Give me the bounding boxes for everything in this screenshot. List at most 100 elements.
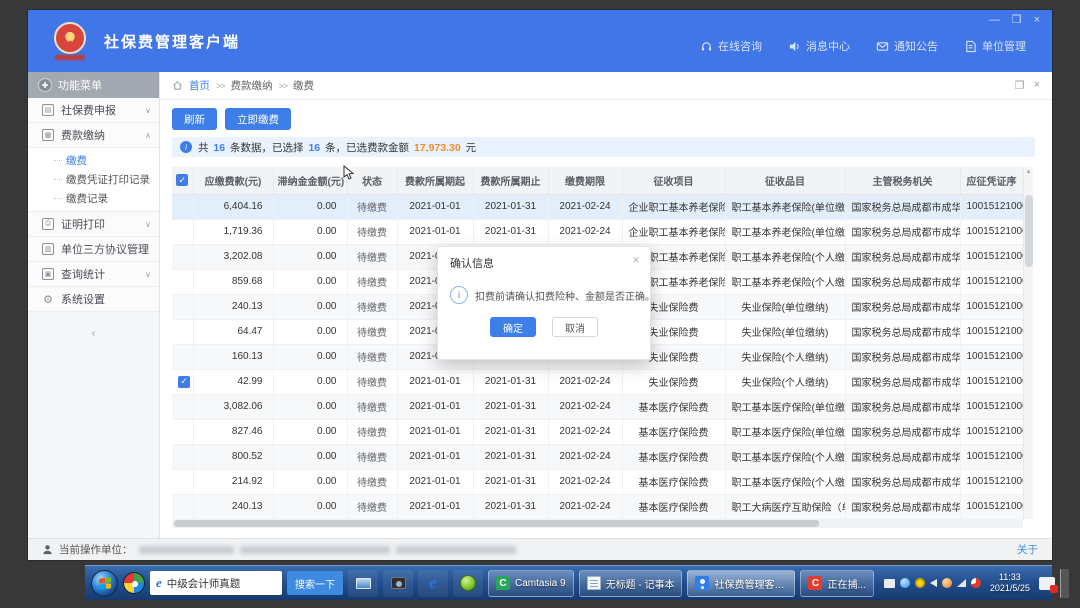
- row-checkbox[interactable]: ✓: [178, 376, 190, 388]
- row-checkbox-cell[interactable]: [172, 269, 193, 294]
- row-checkbox-cell[interactable]: [172, 294, 193, 319]
- show-desktop-button[interactable]: [1060, 569, 1069, 598]
- panel-close-icon[interactable]: ×: [1034, 79, 1040, 92]
- sidebar-collapse-button[interactable]: ‹: [28, 326, 159, 340]
- table-row[interactable]: 6,404.160.00待缴费2021-01-012021-01-312021-…: [172, 194, 1023, 219]
- scroll-up-icon[interactable]: ▲: [1024, 167, 1033, 177]
- dialog-close-icon[interactable]: ×: [632, 254, 640, 266]
- security-tray-icon[interactable]: [971, 578, 981, 588]
- chevron-down-icon: ∨: [145, 106, 151, 115]
- ie-icon: e: [429, 573, 437, 593]
- table-row[interactable]: ✓42.990.00待缴费2021-01-012021-01-312021-02…: [172, 369, 1023, 394]
- sidebar-item-query-statistics[interactable]: ▣ 查询统计 ∨: [28, 262, 159, 287]
- info-icon: i: [180, 141, 192, 153]
- table-row[interactable]: 1,719.360.00待缴费2021-01-012021-01-312021-…: [172, 219, 1023, 244]
- about-link[interactable]: 关于: [1017, 542, 1038, 557]
- desktop-app-icon[interactable]: [348, 570, 378, 597]
- screenshot-app-icon[interactable]: [383, 570, 413, 597]
- sidebar-subitem-pay-record[interactable]: 缴费记录: [28, 189, 159, 208]
- horizontal-scrollbar[interactable]: [172, 519, 1023, 528]
- cell-tax_office: 国家税务总局成都市成华区...: [845, 444, 960, 469]
- notice-button[interactable]: 通知公告: [876, 38, 938, 54]
- table-row[interactable]: 3,082.060.00待缴费2021-01-012021-01-312021-…: [172, 394, 1023, 419]
- refresh-button[interactable]: 刷新: [172, 108, 217, 130]
- gear-icon: ⚙: [42, 293, 54, 305]
- cell-item: 失业保险(个人缴纳): [725, 344, 845, 369]
- dialog-confirm-button[interactable]: 确定: [490, 317, 536, 337]
- dialog-cancel-button[interactable]: 取消: [552, 317, 598, 337]
- row-checkbox-cell[interactable]: [172, 344, 193, 369]
- sidebar-subitem-voucher-print-record[interactable]: 缴费凭证打印记录: [28, 170, 159, 189]
- row-checkbox-cell[interactable]: [172, 469, 193, 494]
- panel-restore-icon[interactable]: ❐: [1015, 79, 1025, 92]
- unit-manage-button[interactable]: 单位管理: [964, 38, 1026, 54]
- system-tray: [884, 578, 981, 588]
- sidebar-item-payment[interactable]: ▦ 费款缴纳 ∧: [28, 123, 159, 148]
- cell-tax_office: 国家税务总局成都市成华区...: [845, 394, 960, 419]
- table-row[interactable]: 214.920.00待缴费2021-01-012021-01-312021-02…: [172, 469, 1023, 494]
- emblem-caption: [55, 55, 85, 60]
- row-checkbox-cell[interactable]: [172, 244, 193, 269]
- titlebar: ★ 社保费管理客户端 在线咨询 消息中心 通知公告: [28, 10, 1052, 72]
- start-button[interactable]: [91, 570, 118, 597]
- vertical-scrollbar[interactable]: ▲: [1023, 167, 1033, 519]
- table-row[interactable]: 800.520.00待缴费2021-01-012021-01-312021-02…: [172, 444, 1023, 469]
- column-header: 征收项目: [622, 167, 725, 194]
- breadcrumb-home[interactable]: 首页: [189, 78, 210, 93]
- row-checkbox-cell[interactable]: [172, 194, 193, 219]
- row-checkbox-cell[interactable]: [172, 394, 193, 419]
- green-browser-icon[interactable]: [453, 570, 483, 597]
- close-button[interactable]: ×: [1034, 14, 1040, 26]
- row-checkbox-cell[interactable]: [172, 494, 193, 519]
- cell-item: 职工基本养老保险(个人缴纳): [725, 244, 845, 269]
- taskbar-window-camtasia[interactable]: C Camtasia 9: [488, 570, 574, 597]
- online-consult-button[interactable]: 在线咨询: [700, 38, 762, 54]
- horizontal-scrollbar-thumb[interactable]: [174, 520, 819, 527]
- ie-browser-icon[interactable]: e: [418, 570, 448, 597]
- ime-tray-icon[interactable]: [884, 579, 895, 588]
- taskbar-window-notepad[interactable]: 无标题 - 记事本: [579, 570, 683, 597]
- taskbar-window-recorder[interactable]: C 正在捕...: [800, 570, 873, 597]
- cell-period_end: 2021-01-31: [473, 494, 548, 519]
- row-checkbox-cell[interactable]: ✓: [172, 369, 193, 394]
- table-row[interactable]: 827.460.00待缴费2021-01-012021-01-312021-02…: [172, 419, 1023, 444]
- cell-deadline: 2021-02-24: [548, 419, 622, 444]
- yellow-app-tray-icon[interactable]: [915, 578, 925, 588]
- volume-icon[interactable]: [930, 579, 937, 587]
- row-checkbox-cell[interactable]: [172, 444, 193, 469]
- breadcrumb-payment[interactable]: 费款缴纳: [231, 78, 273, 93]
- orange-app-tray-icon[interactable]: [942, 578, 952, 588]
- pay-now-button[interactable]: 立即缴费: [225, 108, 291, 130]
- confirm-dialog: 确认信息 × i 扣费前请确认扣费险种、金额是否正确。 确定 取消: [437, 246, 651, 360]
- sidebar-item-system-settings[interactable]: ⚙ 系统设置: [28, 287, 159, 312]
- row-checkbox-cell[interactable]: [172, 419, 193, 444]
- minimize-button[interactable]: —: [989, 14, 1000, 26]
- green-orb-icon: [460, 575, 476, 591]
- selection-summary: i 共 16 条数据，已选择 16 条，已选费款金额 17,973.30 元: [172, 137, 1035, 157]
- network-icon[interactable]: [957, 579, 966, 587]
- cell-voucher: 100151210000: [960, 394, 1023, 419]
- cell-project: 基本医疗保险费: [622, 494, 725, 519]
- pinwheel-app-icon[interactable]: [123, 572, 145, 594]
- sidebar-item-certificate-print[interactable]: ⎙ 证明打印 ∨: [28, 212, 159, 237]
- message-center-button[interactable]: 消息中心: [788, 38, 850, 54]
- maximize-button[interactable]: ❐: [1012, 14, 1022, 26]
- taskbar-window-shebao-client[interactable]: 社保费管理客户端: [687, 570, 795, 597]
- cell-status: 待缴费: [347, 419, 397, 444]
- taskbar-search-box[interactable]: e 中级会计师真题: [150, 571, 282, 595]
- cell-amount: 827.46: [193, 419, 273, 444]
- breadcrumb-current: 缴费: [293, 78, 314, 93]
- row-checkbox-cell[interactable]: [172, 219, 193, 244]
- table-row[interactable]: 240.130.00待缴费2021-01-012021-01-312021-02…: [172, 494, 1023, 519]
- action-center-icon[interactable]: [1039, 577, 1055, 590]
- sidebar-item-tripartite-agreement[interactable]: ▥ 单位三方协议管理: [28, 237, 159, 262]
- select-all-checkbox[interactable]: ✓: [176, 174, 188, 186]
- vertical-scrollbar-thumb[interactable]: [1025, 195, 1033, 267]
- taskbar-clock[interactable]: 11:33 2021/5/25: [986, 572, 1034, 595]
- blue-app-tray-icon[interactable]: [900, 578, 910, 588]
- taskbar-search-button[interactable]: 搜索一下: [287, 571, 343, 595]
- sidebar-subitem-pay[interactable]: 缴费: [28, 151, 159, 170]
- row-checkbox-cell[interactable]: [172, 319, 193, 344]
- cell-item: 职工基本养老保险(单位缴纳): [725, 219, 845, 244]
- sidebar-item-declare[interactable]: ▤ 社保费申报 ∨: [28, 98, 159, 123]
